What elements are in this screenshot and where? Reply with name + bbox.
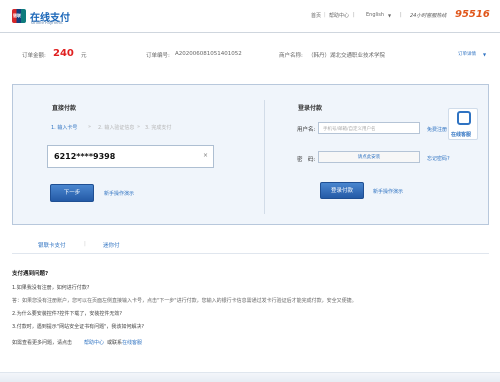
order-no-value: A202006081051401052 — [175, 51, 242, 57]
faq-question-3[interactable]: 3.付款时，遇到提示"网站安全证书有问题"，我该如何解决? — [12, 323, 144, 330]
login-pay-button[interactable]: 登录付款 — [320, 182, 364, 199]
password-label: 密 码: — [297, 157, 316, 163]
hotline-label: 24小时客服热线 — [410, 13, 447, 19]
faq-question-1: 1.如果我没有注册，如何进行付款? — [12, 285, 90, 291]
register-link[interactable]: 免费注册 — [427, 126, 447, 133]
help-title: 支付遇到问题? — [12, 271, 49, 277]
brand-subtitle: Online Payment — [31, 20, 63, 25]
amount-unit: 元 — [81, 53, 87, 59]
login-pay-title: 登录付款 — [298, 105, 323, 112]
clear-icon[interactable]: × — [203, 152, 208, 159]
chevron-down-icon[interactable]: ▼ — [483, 52, 486, 57]
card-number-value: 6212****9398 — [54, 152, 116, 161]
merchant-value: （韩丹）湖北交通职业技术学院 — [308, 53, 386, 59]
unionpay-logo: 银联 — [12, 9, 26, 23]
direct-pay-title: 直接付款 — [52, 105, 77, 112]
install-control-button[interactable]: 请点此安装 — [318, 151, 420, 163]
direct-guide-link[interactable]: 新手操作演示 — [104, 190, 134, 197]
nav-home-link[interactable]: 首页 — [311, 12, 321, 19]
online-service-link[interactable]: 在线客服 — [122, 339, 142, 346]
tab-separator: | — [84, 241, 86, 247]
merchant-label: 商户名称: — [279, 53, 303, 59]
nav-separator: | — [400, 12, 402, 18]
step-verify: 2. 输入验证信息 — [98, 125, 135, 131]
amount-label: 订单金额: — [22, 53, 46, 59]
card-number-input[interactable]: 6212****9398 × — [47, 145, 214, 168]
hotline-number: 95516 — [455, 9, 490, 20]
nav-separator: | — [353, 12, 355, 18]
nav-help-link[interactable]: 帮助中心 — [329, 12, 349, 19]
username-placeholder: 手机号/邮箱/自定义用户名 — [323, 127, 376, 132]
language-select[interactable]: English — [366, 12, 384, 18]
order-detail-link[interactable]: 订单详情 — [458, 51, 476, 57]
online-service-label: 在线客服 — [451, 132, 472, 138]
next-step-button[interactable]: 下一步 — [50, 184, 94, 202]
or-contact-text: 或联系 — [107, 340, 123, 346]
forgot-password-link[interactable]: 忘记密码? — [427, 155, 450, 162]
logo-badge-text: 银联 — [13, 13, 21, 18]
footer-bar — [0, 372, 500, 382]
username-input[interactable]: 手机号/邮箱/自定义用户名 — [318, 122, 420, 134]
username-label: 用户名: — [297, 127, 316, 133]
step-arrow-icon: » — [137, 124, 141, 130]
step-enter-card: 1. 输入卡号 — [51, 125, 78, 131]
more-help-prefix: 如需查看更多问题，请点击 — [12, 340, 73, 346]
amount-value: 240 — [53, 48, 74, 59]
online-service-widget[interactable]: 在线客服 — [448, 108, 478, 140]
help-center-link[interactable]: 帮助中心 — [84, 339, 104, 346]
tab-mini-pay[interactable]: 迷你付 — [103, 241, 120, 249]
faq-answer-1: 答：如果您没有注册账户，您可以在页面左侧直接输入卡号，点击"下一步"进行付款，您… — [12, 298, 357, 304]
order-no-label: 订单编号: — [146, 53, 170, 59]
panel-divider — [264, 100, 265, 214]
step-complete: 3. 完成支付 — [145, 125, 172, 131]
faq-question-2[interactable]: 2.为什么要安装控件?控件下载了，安装控件无效? — [12, 310, 122, 317]
chat-face-icon — [457, 111, 471, 125]
login-guide-link[interactable]: 新手操作演示 — [373, 188, 403, 195]
tab-unionpay-card[interactable]: 银联卡支付 — [38, 241, 66, 249]
step-arrow-icon: » — [88, 124, 92, 130]
nav-separator: | — [324, 12, 326, 18]
chevron-down-icon[interactable]: ▼ — [388, 13, 391, 18]
